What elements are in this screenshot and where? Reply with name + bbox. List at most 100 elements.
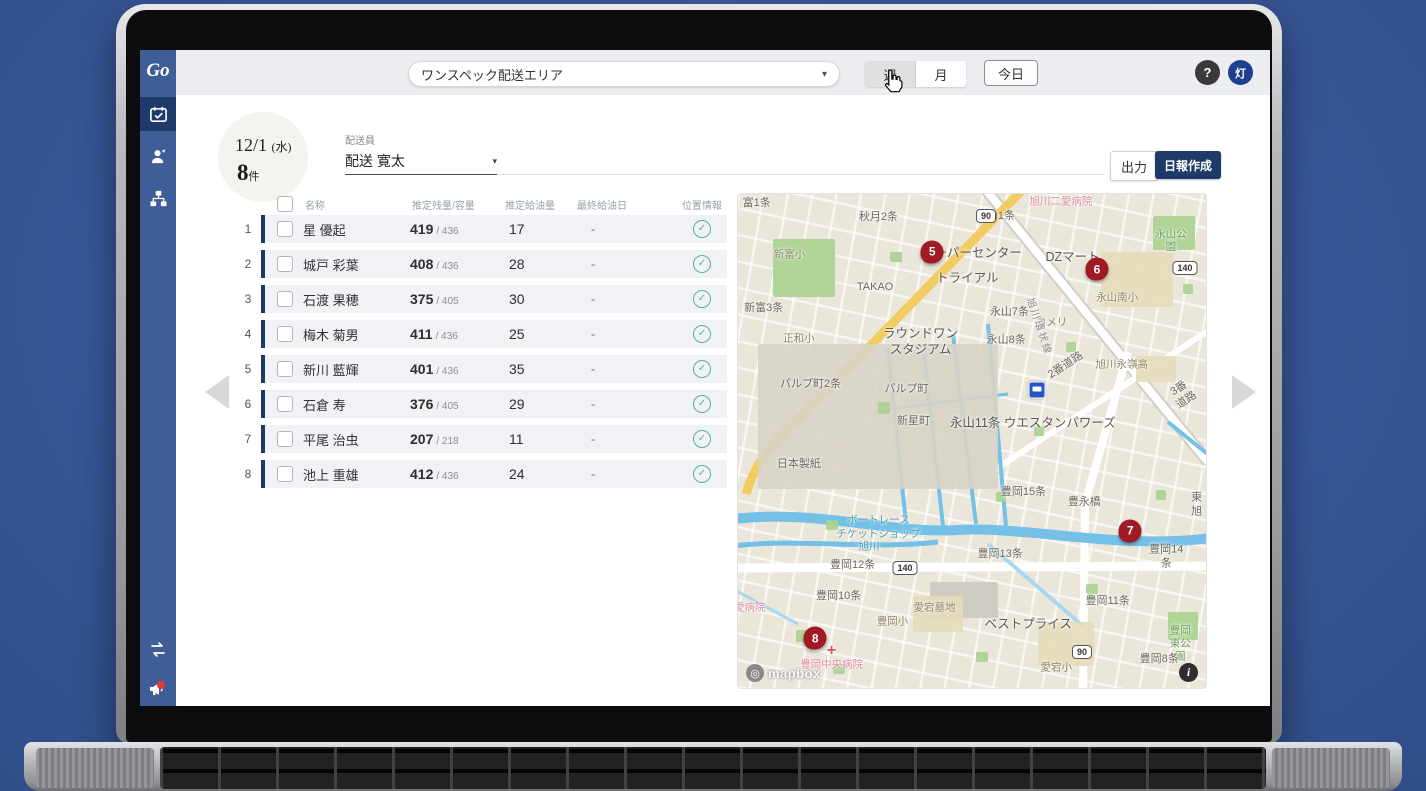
row-number: 1 (235, 215, 261, 243)
table-row[interactable]: 7 平尾 治虫 207/ 218 11 - ✓ (235, 425, 727, 453)
date-value: 12/1 (235, 135, 267, 155)
delivery-marker[interactable]: 7 (1119, 519, 1142, 542)
row-checkbox[interactable] (277, 221, 293, 237)
delivery-marker[interactable]: 6 (1085, 258, 1108, 281)
col-name: 名称 (303, 197, 410, 212)
map-label: パルプ町2条 (780, 378, 841, 392)
row-accent-bar (261, 285, 265, 313)
mapbox-attribution[interactable]: ◎ mapbox (746, 664, 821, 682)
app-window: Go ワンスペック (140, 50, 1270, 706)
map-label: 旭川二愛病院 (1029, 195, 1092, 208)
remain-cell: 207/ 218 (410, 431, 503, 447)
mapbox-wordmark: mapbox (768, 666, 821, 681)
capacity-value: / 405 (436, 401, 458, 412)
sidebar-item-transfer[interactable] (140, 633, 176, 667)
fuel-table-body: 1 星 優起 419/ 436 17 - ✓ 2 城戸 彩葉 408/ 436 … (235, 215, 727, 488)
date-label: 12/1 (水) (235, 135, 292, 156)
route-shield: 90 (1072, 645, 1092, 659)
row-checkbox[interactable] (277, 466, 293, 482)
map-label: 永山7条 (990, 306, 1029, 320)
map-label: 豊岡15条 (1001, 486, 1046, 500)
map-label: 旭川永嶺高 (1096, 358, 1149, 371)
map-label: 富1条 (743, 197, 771, 211)
row-checkbox[interactable] (277, 256, 293, 272)
row-accent-bar (261, 425, 265, 453)
map-label: ボートレース チケットショップ (836, 514, 920, 540)
driver-name: 星 優起 (303, 220, 410, 239)
map[interactable]: 富1条秋月2条永山1条旭川二愛病院スーパーセンタートライアル新富小TAKAODZ… (738, 194, 1206, 688)
map-label: 愛宕小 (1040, 661, 1072, 674)
route-shield: 140 (893, 561, 918, 575)
remain-value: 408 (410, 256, 433, 272)
date-badge-circle (218, 112, 308, 202)
row-checkbox[interactable] (277, 361, 293, 377)
row-number: 2 (235, 250, 261, 278)
col-remain: 推定残量/容量 (410, 197, 503, 212)
delivery-marker[interactable]: 5 (921, 240, 944, 263)
driver-select-value: 配送 寛太 (345, 151, 405, 171)
account-button[interactable]: 灯 (1228, 60, 1253, 85)
next-page-arrow[interactable] (1232, 375, 1256, 409)
location-check-icon[interactable]: ✓ (693, 255, 711, 273)
map-label: 永山南小 (1096, 291, 1138, 304)
driver-select[interactable]: 配送 寛太 ▾ (345, 148, 497, 175)
row-accent-bar (261, 320, 265, 348)
export-button[interactable]: 出力 (1110, 151, 1158, 181)
chevron-down-icon: ▾ (492, 156, 497, 167)
table-row[interactable]: 2 城戸 彩葉 408/ 436 28 - ✓ (235, 250, 727, 278)
row-checkbox[interactable] (277, 291, 293, 307)
map-label: 豊岡小 (877, 615, 909, 628)
table-row[interactable]: 3 石渡 果穂 375/ 405 30 - ✓ (235, 285, 727, 313)
chevron-down-icon: ▾ (822, 69, 827, 80)
row-number: 8 (235, 460, 261, 488)
month-view-button[interactable]: 月 (916, 61, 966, 87)
map-label: 秋月2条 (859, 211, 898, 225)
last-date-value: - (575, 222, 680, 236)
location-check-icon[interactable]: ✓ (693, 465, 711, 483)
remain-cell: 408/ 436 (410, 256, 503, 272)
table-row[interactable]: 1 星 優起 419/ 436 17 - ✓ (235, 215, 727, 243)
select-all-checkbox[interactable] (277, 196, 293, 212)
today-button[interactable]: 今日 (984, 60, 1038, 86)
map-info-button[interactable]: i (1179, 663, 1198, 682)
table-row[interactable]: 5 新川 藍輝 401/ 436 35 - ✓ (235, 355, 727, 383)
map-label: 豊岡13条 (977, 548, 1022, 562)
refuel-value: 35 (503, 361, 575, 377)
location-check-icon[interactable]: ✓ (693, 290, 711, 308)
app-logo: Go (140, 60, 176, 82)
driver-name: 石倉 寿 (303, 395, 410, 414)
remain-cell: 411/ 436 (410, 326, 503, 342)
help-button[interactable]: ? (1195, 60, 1220, 85)
location-check-icon[interactable]: ✓ (693, 220, 711, 238)
sidebar-item-announcements[interactable] (140, 671, 176, 705)
row-accent-bar (261, 215, 265, 243)
swap-arrows-icon (148, 641, 168, 659)
location-check-icon[interactable]: ✓ (693, 395, 711, 413)
driver-select-label: 配送員 (345, 132, 375, 147)
row-checkbox[interactable] (277, 326, 293, 342)
location-check-icon[interactable]: ✓ (693, 430, 711, 448)
sidebar-item-organization[interactable] (140, 181, 176, 215)
daily-report-button[interactable]: 日報作成 (1155, 151, 1221, 179)
train-station-icon (1029, 382, 1046, 399)
sidebar-item-schedule[interactable] (140, 97, 176, 131)
row-checkbox[interactable] (277, 396, 293, 412)
row-number: 4 (235, 320, 261, 348)
prev-page-arrow[interactable] (205, 375, 229, 409)
delivery-marker[interactable]: 8 (804, 627, 827, 650)
table-row[interactable]: 4 梅木 菊男 411/ 436 25 - ✓ (235, 320, 727, 348)
laptop-speaker-right (1272, 748, 1390, 788)
row-accent-bar (261, 460, 265, 488)
location-check-icon[interactable]: ✓ (693, 360, 711, 378)
table-row[interactable]: 8 池上 重雄 412/ 436 24 - ✓ (235, 460, 727, 488)
table-row[interactable]: 6 石倉 寿 376/ 405 29 - ✓ (235, 390, 727, 418)
location-check-icon[interactable]: ✓ (693, 325, 711, 343)
laptop-speaker-left (36, 748, 154, 788)
capacity-value: / 436 (436, 471, 458, 482)
sidebar-item-drivers[interactable] (140, 139, 176, 173)
map-label: 豊岡14条 (1146, 543, 1186, 571)
map-label: 新富小 (774, 248, 806, 261)
row-checkbox[interactable] (277, 431, 293, 447)
capacity-value: / 436 (436, 226, 458, 237)
area-select[interactable]: ワンスペック配送エリア ▾ (408, 61, 840, 87)
